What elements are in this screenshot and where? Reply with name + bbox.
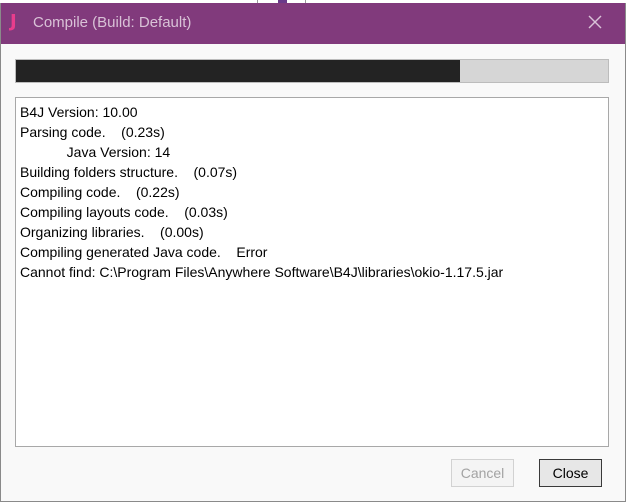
log-line: Parsing code. (0.23s) xyxy=(20,124,165,140)
compile-progress-bar xyxy=(15,59,609,83)
compile-log[interactable]: B4J Version: 10.00 Parsing code. (0.23s)… xyxy=(15,97,609,447)
log-line: Compiling generated Java code. Error xyxy=(20,244,268,260)
log-line: Cannot find: C:\Program Files\Anywhere S… xyxy=(20,264,504,280)
log-line: Organizing libraries. (0.00s) xyxy=(20,224,204,240)
close-icon[interactable] xyxy=(585,12,605,32)
log-line: Compiling code. (0.22s) xyxy=(20,184,180,200)
compile-dialog: J Compile (Build: Default) B4J Version: … xyxy=(0,3,626,502)
log-line: Compiling layouts code. (0.03s) xyxy=(20,204,228,220)
close-button[interactable]: Close xyxy=(539,459,602,487)
log-line: B4J Version: 10.00 xyxy=(20,104,138,120)
log-line: Building folders structure. (0.07s) xyxy=(20,164,238,180)
title-bar[interactable]: J Compile (Build: Default) xyxy=(1,3,625,44)
b4j-app-icon: J xyxy=(10,11,17,32)
progress-fill xyxy=(16,60,460,82)
window-title: Compile (Build: Default) xyxy=(33,14,192,31)
log-line: Java Version: 14 xyxy=(20,144,171,160)
cancel-button[interactable]: Cancel xyxy=(451,459,514,487)
